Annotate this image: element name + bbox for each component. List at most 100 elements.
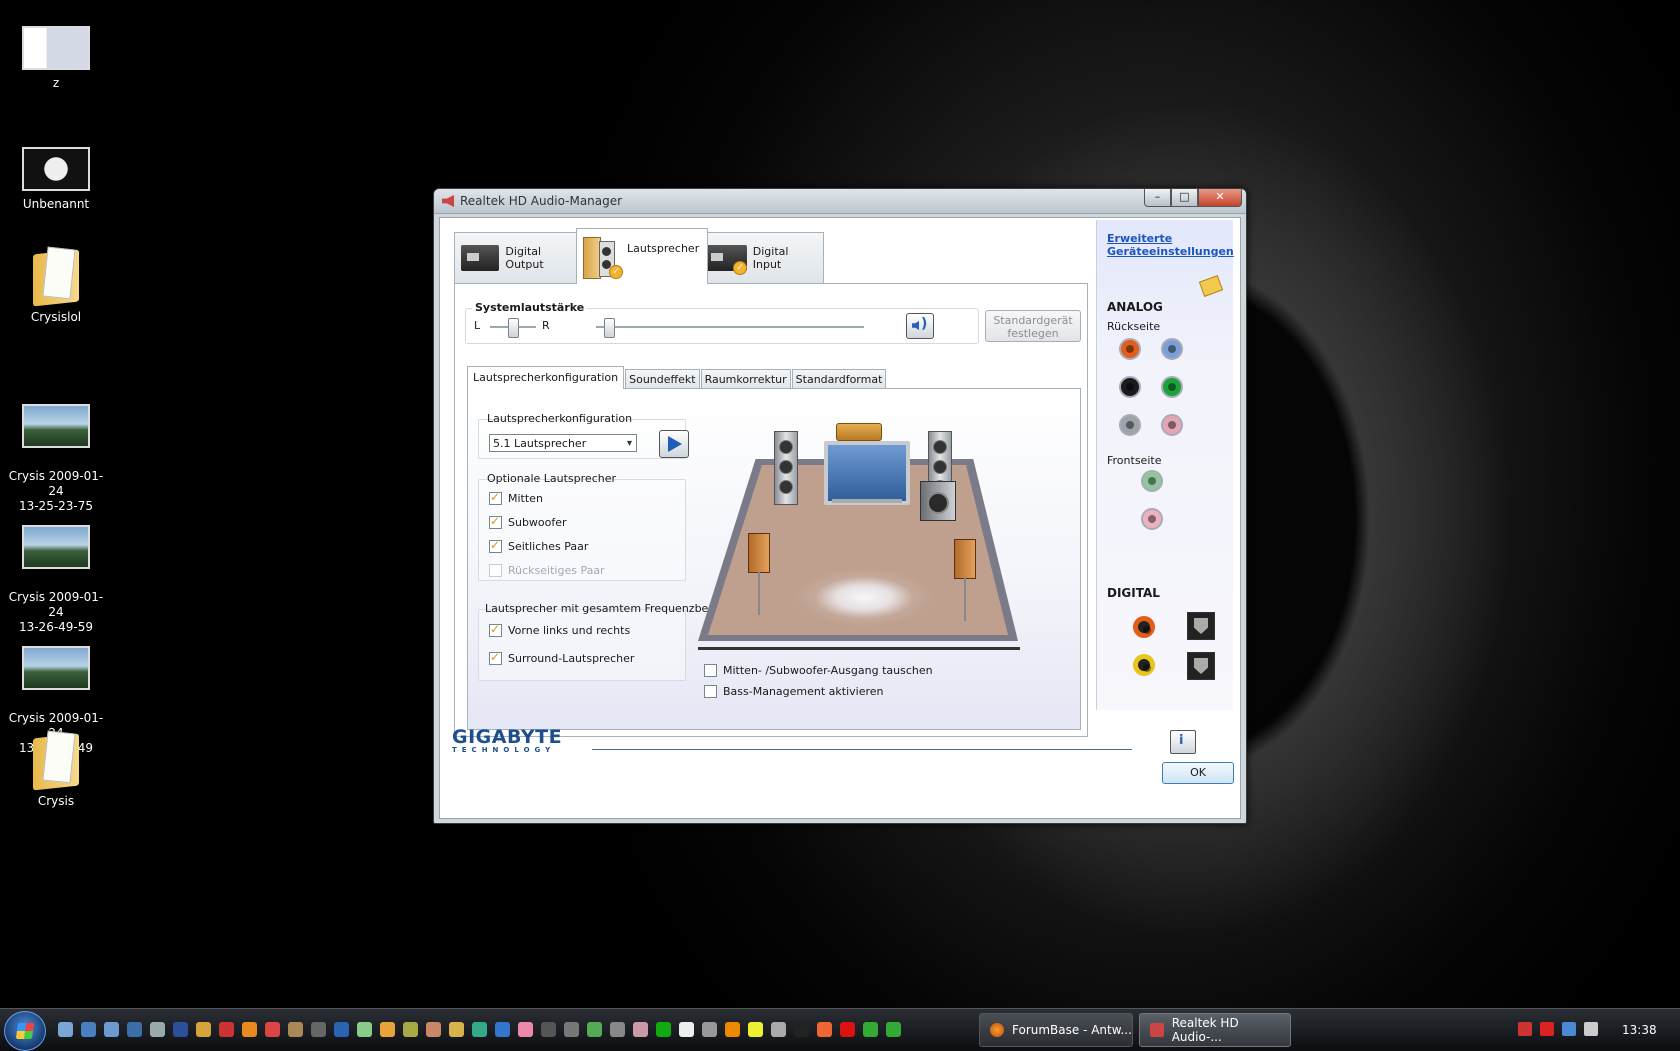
quick-launch-icon[interactable] bbox=[196, 1022, 211, 1037]
tab-soundeffekt[interactable]: Soundeffekt bbox=[625, 369, 700, 389]
quick-launch-icon[interactable] bbox=[127, 1022, 142, 1037]
quick-launch-icon[interactable] bbox=[403, 1022, 418, 1037]
minimize-button[interactable]: – bbox=[1144, 189, 1171, 207]
quick-launch-icon[interactable] bbox=[863, 1022, 878, 1037]
quick-launch-icon[interactable] bbox=[794, 1022, 809, 1037]
speaker-config-dropdown[interactable]: 5.1 Lautsprecher bbox=[489, 434, 637, 453]
antivirus-tray-icon[interactable] bbox=[1540, 1022, 1554, 1036]
ok-button[interactable]: OK bbox=[1162, 762, 1234, 784]
quick-launch-icon[interactable] bbox=[426, 1022, 441, 1037]
audio-jack-icon[interactable] bbox=[1141, 508, 1163, 530]
center-speaker-icon[interactable] bbox=[836, 423, 882, 441]
advanced-device-settings-link[interactable]: Erweiterte Geräteeinstellungen bbox=[1107, 232, 1234, 258]
quick-launch-icon[interactable] bbox=[564, 1022, 579, 1037]
checkbox-box[interactable] bbox=[489, 490, 502, 505]
subwoofer-icon[interactable] bbox=[920, 481, 956, 521]
desktop-icon-crysislol[interactable]: Crysislol bbox=[6, 244, 106, 325]
volume-slider[interactable] bbox=[604, 318, 616, 338]
taskbar-item-realtek[interactable]: Realtek HD Audio-... bbox=[1139, 1013, 1291, 1047]
quick-launch-icon[interactable] bbox=[518, 1022, 533, 1037]
quick-launch-icon[interactable] bbox=[679, 1022, 694, 1037]
quick-launch-icon[interactable] bbox=[472, 1022, 487, 1037]
quick-launch-icon[interactable] bbox=[58, 1022, 73, 1037]
tab-raumkorrektur[interactable]: Raumkorrektur bbox=[700, 369, 791, 389]
quick-launch-icon[interactable] bbox=[495, 1022, 510, 1037]
checkbox-seitliches-paar[interactable]: Seitliches Paar bbox=[489, 538, 588, 553]
quick-launch-icon[interactable] bbox=[840, 1022, 855, 1037]
quick-launch-icon[interactable] bbox=[610, 1022, 625, 1037]
volume-tray-icon[interactable] bbox=[1584, 1022, 1598, 1036]
quick-launch-icon[interactable] bbox=[771, 1022, 786, 1037]
quick-launch-icon[interactable] bbox=[219, 1022, 234, 1037]
quick-launch-icon[interactable] bbox=[725, 1022, 740, 1037]
checkbox-box[interactable] bbox=[704, 685, 717, 698]
quick-launch-icon[interactable] bbox=[449, 1022, 464, 1037]
coaxial-jack-icon[interactable] bbox=[1133, 654, 1155, 676]
quick-launch-icon[interactable] bbox=[886, 1022, 901, 1037]
quick-launch-icon[interactable] bbox=[265, 1022, 280, 1037]
audio-jack-icon[interactable] bbox=[1119, 376, 1141, 398]
optical-in-icon[interactable] bbox=[1187, 652, 1215, 680]
side-left-speaker-icon[interactable] bbox=[748, 533, 770, 573]
close-button[interactable]: ✕ bbox=[1198, 189, 1242, 207]
checkbox-box[interactable] bbox=[489, 514, 502, 529]
tab-lautsprecher[interactable]: ✓ Lautsprecher bbox=[576, 228, 708, 284]
checkbox-box[interactable] bbox=[489, 538, 502, 553]
audio-jack-icon[interactable] bbox=[1141, 470, 1163, 492]
checkbox-box[interactable] bbox=[489, 622, 502, 637]
quick-launch-icon[interactable] bbox=[288, 1022, 303, 1037]
desktop-icon-crysis-screenshot-2[interactable]: Crysis 2009-01-24 13-26-49-59 bbox=[6, 510, 106, 650]
quick-launch-icon[interactable] bbox=[357, 1022, 372, 1037]
quick-launch-icon[interactable] bbox=[817, 1022, 832, 1037]
windows-start-icon[interactable] bbox=[4, 1011, 46, 1051]
optical-out-icon[interactable] bbox=[1187, 612, 1215, 640]
maximize-button[interactable]: □ bbox=[1171, 189, 1198, 207]
audio-jack-icon[interactable] bbox=[1161, 414, 1183, 436]
taskbar-item-forumbase[interactable]: ForumBase - Antw... bbox=[979, 1013, 1133, 1047]
clock[interactable]: 13:38 bbox=[1622, 1023, 1657, 1037]
desktop-icon-unbenannt[interactable]: Unbenannt bbox=[6, 147, 106, 212]
quick-launch-icon[interactable] bbox=[541, 1022, 556, 1037]
network-tray-icon[interactable] bbox=[1562, 1022, 1576, 1036]
folder-icon[interactable] bbox=[1198, 275, 1224, 297]
quick-launch-icon[interactable] bbox=[81, 1022, 96, 1037]
audio-jack-icon[interactable] bbox=[1119, 414, 1141, 436]
tab-digital-output[interactable]: Digital Output bbox=[454, 232, 580, 283]
realtek-tray-icon[interactable] bbox=[1518, 1022, 1532, 1036]
front-left-speaker-icon[interactable] bbox=[774, 431, 798, 505]
title-bar[interactable]: Realtek HD Audio-Manager – □ ✕ bbox=[434, 189, 1246, 214]
tab-digital-input[interactable]: ✓ Digital Input bbox=[698, 232, 824, 283]
checkbox-subwoofer[interactable]: Subwoofer bbox=[489, 514, 567, 529]
checkbox-mitten[interactable]: Mitten bbox=[489, 490, 543, 505]
audio-jack-icon[interactable] bbox=[1119, 338, 1141, 360]
checkbox-bass-management[interactable]: Bass-Management aktivieren bbox=[704, 685, 884, 698]
desktop-icon-crysis[interactable]: Crysis bbox=[6, 728, 106, 809]
quick-launch-icon[interactable] bbox=[150, 1022, 165, 1037]
tab-standardformat[interactable]: Standardformat bbox=[791, 369, 887, 389]
info-button[interactable] bbox=[1170, 730, 1196, 754]
balance-slider[interactable] bbox=[508, 318, 519, 338]
quick-launch-icon[interactable] bbox=[311, 1022, 326, 1037]
quick-launch-icon[interactable] bbox=[104, 1022, 119, 1037]
quick-launch-icon[interactable] bbox=[633, 1022, 648, 1037]
quick-launch-icon[interactable] bbox=[748, 1022, 763, 1037]
quick-launch-icon[interactable] bbox=[587, 1022, 602, 1037]
audio-jack-icon[interactable] bbox=[1161, 338, 1183, 360]
checkbox-swap-center-sub[interactable]: Mitten- /Subwoofer-Ausgang tauschen bbox=[704, 664, 933, 677]
quick-launch-icon[interactable] bbox=[656, 1022, 671, 1037]
desktop-icon-z[interactable]: z bbox=[6, 26, 106, 91]
coaxial-jack-icon[interactable] bbox=[1133, 616, 1155, 638]
set-default-device-button[interactable]: Standardgerät festlegen bbox=[985, 310, 1081, 342]
speaker-volume-icon[interactable] bbox=[906, 313, 934, 339]
checkbox-box[interactable] bbox=[489, 650, 502, 665]
quick-launch-icon[interactable] bbox=[702, 1022, 717, 1037]
play-icon[interactable] bbox=[659, 430, 689, 458]
quick-launch-icon[interactable] bbox=[334, 1022, 349, 1037]
audio-jack-icon[interactable] bbox=[1161, 376, 1183, 398]
quick-launch-icon[interactable] bbox=[242, 1022, 257, 1037]
quick-launch-icon[interactable] bbox=[380, 1022, 395, 1037]
checkbox-box[interactable] bbox=[704, 664, 717, 677]
checkbox-surround[interactable]: Surround-Lautsprecher bbox=[489, 650, 634, 665]
side-right-speaker-icon[interactable] bbox=[954, 539, 976, 579]
tab-lautsprecherkonfiguration[interactable]: Lautsprecherkonfiguration bbox=[467, 366, 625, 389]
